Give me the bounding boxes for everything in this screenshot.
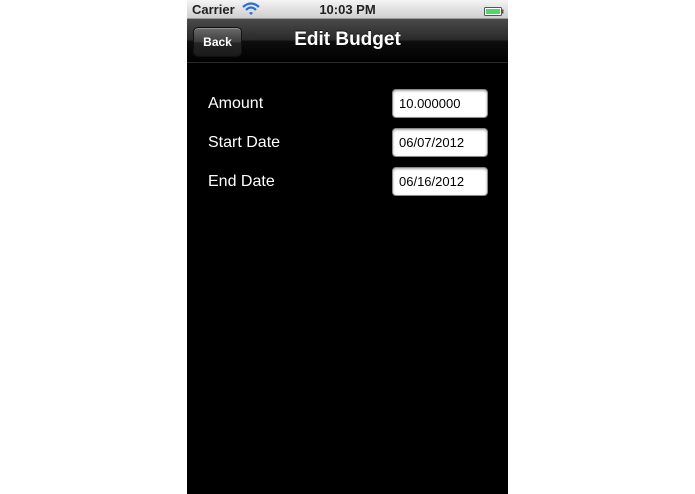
page-title: Edit Budget bbox=[294, 29, 401, 50]
amount-label: Amount bbox=[208, 95, 264, 112]
amount-row: Amount 10.000000 bbox=[187, 89, 508, 119]
amount-field[interactable]: 10.000000 bbox=[392, 89, 488, 118]
end-date-label: End Date bbox=[208, 173, 275, 190]
end-date-row: End Date 06/16/2012 bbox=[187, 167, 508, 197]
navigation-bar: Back Edit Budget bbox=[187, 19, 508, 63]
start-date-field[interactable]: 06/07/2012 bbox=[392, 128, 488, 157]
status-time: 10:03 PM bbox=[319, 2, 376, 17]
back-button[interactable]: Back bbox=[193, 27, 242, 57]
start-date-label: Start Date bbox=[208, 134, 281, 151]
start-date-row: Start Date 06/07/2012 bbox=[187, 128, 508, 158]
end-date-field[interactable]: 06/16/2012 bbox=[392, 167, 488, 196]
status-bar: Carrier 10:03 PM bbox=[187, 0, 508, 19]
phone-screen: Carrier 10:03 PM Back Edit Budget Amount… bbox=[187, 0, 508, 494]
battery-icon bbox=[484, 4, 504, 16]
